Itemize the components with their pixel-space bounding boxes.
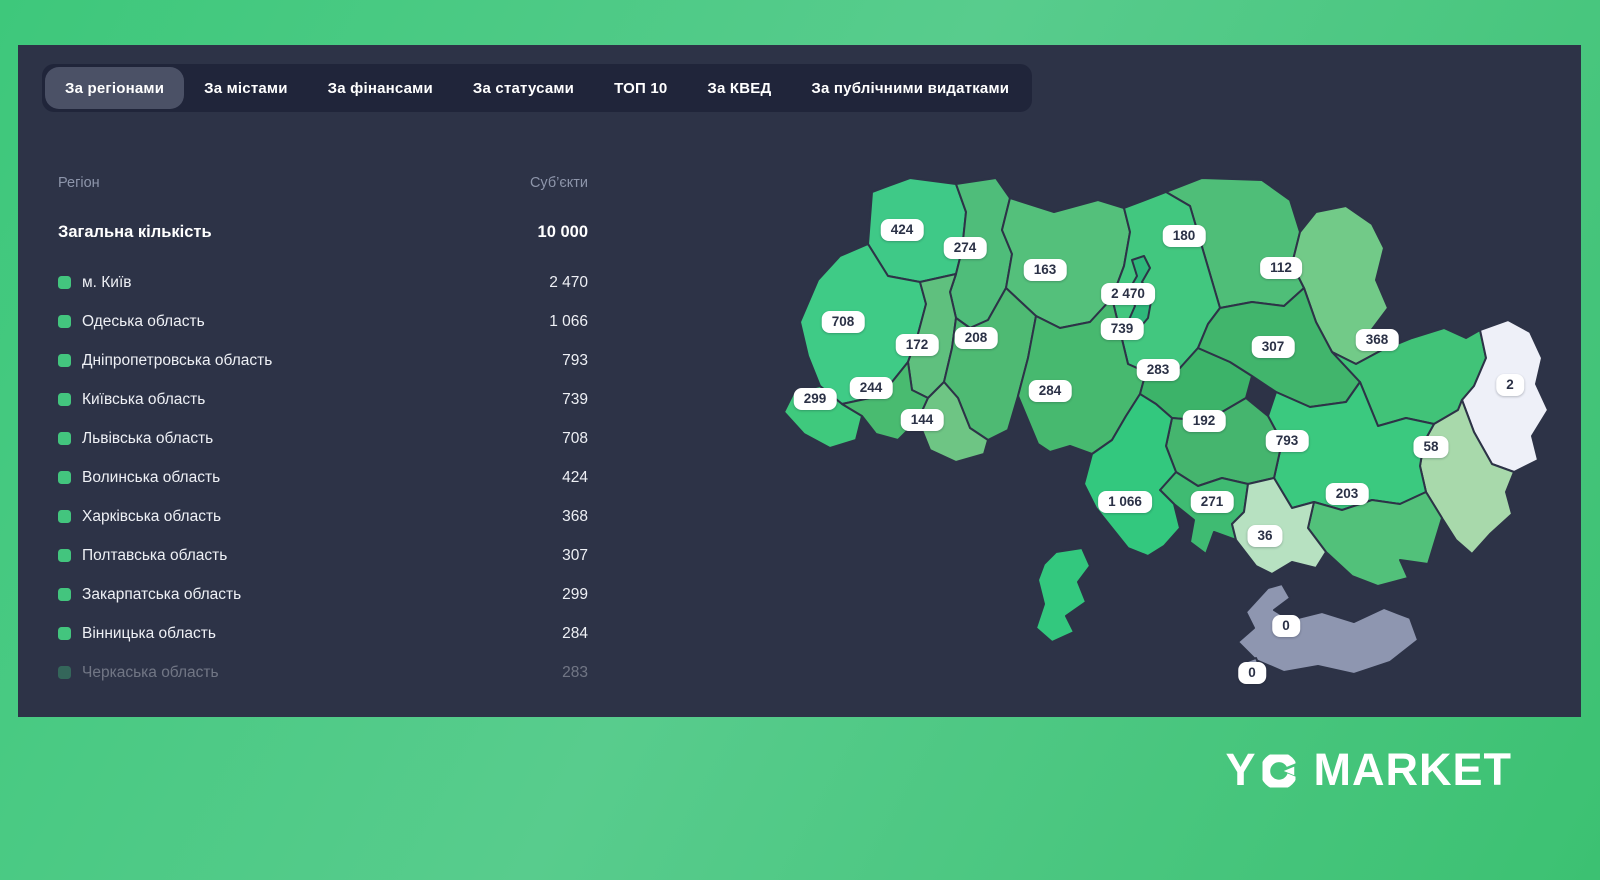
map-value-chip-vinnytsia: 284 <box>1028 380 1072 402</box>
map-value-chip-rivne: 274 <box>943 237 987 259</box>
map-value-chip-zhytomyr: 163 <box>1023 259 1067 281</box>
region-value: 2 470 <box>549 273 588 291</box>
map-value-chip-kirovohrad: 192 <box>1182 410 1226 432</box>
table-row: Вінницька область 284 <box>58 614 588 653</box>
region-color-swatch-icon <box>58 432 71 445</box>
tab-7[interactable]: За публічними видатками <box>791 67 1029 109</box>
total-label: Загальна кількість <box>58 222 212 241</box>
region-zaporizhzhia[interactable] <box>1307 491 1443 587</box>
tab-5[interactable]: ТОП 10 <box>594 67 687 109</box>
table-header: Регіон Суб’єкти <box>58 175 588 195</box>
tab-4[interactable]: За статусами <box>453 67 594 109</box>
region-name: Вінницька область <box>82 624 216 642</box>
region-color-swatch-icon <box>58 354 71 367</box>
region-color-swatch-icon <box>58 471 71 484</box>
region-color-swatch-icon <box>58 276 71 289</box>
map-value-chip-poltava: 307 <box>1251 336 1295 358</box>
map-value-chip-kyiv-city: 2 470 <box>1101 283 1155 305</box>
region-value: 739 <box>562 390 588 408</box>
region-color-swatch-icon <box>58 510 71 523</box>
yc-market-logo: Y MARKET <box>1226 744 1513 796</box>
map-value-chip-kharkiv: 368 <box>1355 329 1399 351</box>
region-name: Харківська область <box>82 507 222 525</box>
table-row: Черкаська область 283 <box>58 653 588 692</box>
region-color-swatch-icon <box>58 666 71 679</box>
region-value: 307 <box>562 546 588 564</box>
tab-bar: За регіонами За містами За фінансами За ста… <box>42 64 1033 112</box>
region-value: 368 <box>562 507 588 525</box>
map-value-chip-zaporizhzhia: 203 <box>1325 483 1369 505</box>
map-value-chip-kherson: 36 <box>1247 525 1283 547</box>
total-value: 10 000 <box>537 222 588 241</box>
dashboard-panel: За регіонами За містами За фінансами За ста… <box>18 45 1581 717</box>
table-row: Київська область 739 <box>58 380 588 419</box>
region-value: 283 <box>562 663 588 681</box>
table-row: Закарпатська область 299 <box>58 575 588 614</box>
table-row: Дніпропетровська область 793 <box>58 341 588 380</box>
yc-c-icon <box>1259 752 1298 790</box>
column-header-subjects: Суб’єкти <box>529 175 588 191</box>
ukraine-map-svg <box>783 177 1549 683</box>
map-value-chip-cherkasy: 283 <box>1136 359 1180 381</box>
region-name: Київська область <box>82 390 206 408</box>
map-value-chip-ivano-frankivsk: 244 <box>849 377 893 399</box>
tab-3[interactable]: За фінансами <box>308 67 453 109</box>
map-value-chip-kyiv-oblast: 739 <box>1100 318 1144 340</box>
region-name: м. Київ <box>82 273 132 291</box>
region-color-swatch-icon <box>58 627 71 640</box>
region-name: Черкаська область <box>82 663 219 681</box>
table-row: м. Київ 2 470 <box>58 263 588 302</box>
region-name: Волинська область <box>82 468 221 486</box>
map-value-chip-volyn: 424 <box>880 219 924 241</box>
region-name: Полтавська область <box>82 546 228 564</box>
region-value: 424 <box>562 468 588 486</box>
region-color-swatch-icon <box>58 393 71 406</box>
table-row: Волинська область 424 <box>58 458 588 497</box>
map-value-chip-chernihiv: 180 <box>1162 225 1206 247</box>
table-row: Харківська область 368 <box>58 497 588 536</box>
map-value-chip-lviv: 708 <box>821 311 865 333</box>
region-value: 793 <box>562 351 588 369</box>
tab-6[interactable]: За КВЕД <box>687 67 791 109</box>
map-value-chip-sevastopol: 0 <box>1238 662 1266 684</box>
region-value: 1 066 <box>549 312 588 330</box>
map-value-chip-dnipro: 793 <box>1265 430 1309 452</box>
tab-2[interactable]: За містами <box>184 67 308 109</box>
region-color-swatch-icon <box>58 549 71 562</box>
region-table: Регіон Суб’єкти Загальна кількість 10 00… <box>58 165 588 692</box>
region-value: 284 <box>562 624 588 642</box>
table-row: Львівська область 708 <box>58 419 588 458</box>
map-value-chip-odesa: 1 066 <box>1098 491 1152 513</box>
logo-letter-y: Y <box>1225 744 1257 795</box>
map-value-chip-chernivtsi: 144 <box>900 409 944 431</box>
map-value-chip-ternopil: 172 <box>895 334 939 356</box>
map-value-chip-crimea: 0 <box>1272 615 1300 637</box>
ukraine-map: 424 274 163 180 112 739 2 470 708 172 208 284 283 30… <box>760 170 1570 690</box>
logo-word-market: MARKET <box>1313 744 1512 795</box>
region-odesa-budjak[interactable] <box>1035 547 1091 643</box>
region-color-swatch-icon <box>58 588 71 601</box>
region-value: 299 <box>562 585 588 603</box>
table-row: Одеська область 1 066 <box>58 302 588 341</box>
map-value-chip-luhansk: 2 <box>1496 374 1524 396</box>
map-value-chip-khmelnytskyi: 208 <box>954 327 998 349</box>
table-rows: м. Київ 2 470 Одеська область 1 066 Дніпропе… <box>58 263 588 692</box>
tab-1[interactable]: За регіонами <box>45 67 185 109</box>
column-header-region: Регіон <box>58 175 100 191</box>
map-value-chip-donetsk: 58 <box>1413 436 1449 458</box>
table-total-row: Загальна кількість 10 000 <box>58 221 588 243</box>
region-name: Львівська область <box>82 429 214 447</box>
region-value: 708 <box>562 429 588 447</box>
map-value-chip-sumy: 112 <box>1260 257 1302 279</box>
map-value-chip-zakarpattia: 299 <box>793 388 837 410</box>
region-name: Закарпатська область <box>82 585 242 603</box>
region-name: Одеська область <box>82 312 205 330</box>
map-value-chip-mykolaiv: 271 <box>1190 491 1234 513</box>
region-crimea[interactable] <box>1237 583 1419 675</box>
region-name: Дніпропетровська область <box>82 351 273 369</box>
table-row: Полтавська область 307 <box>58 536 588 575</box>
region-color-swatch-icon <box>58 315 71 328</box>
